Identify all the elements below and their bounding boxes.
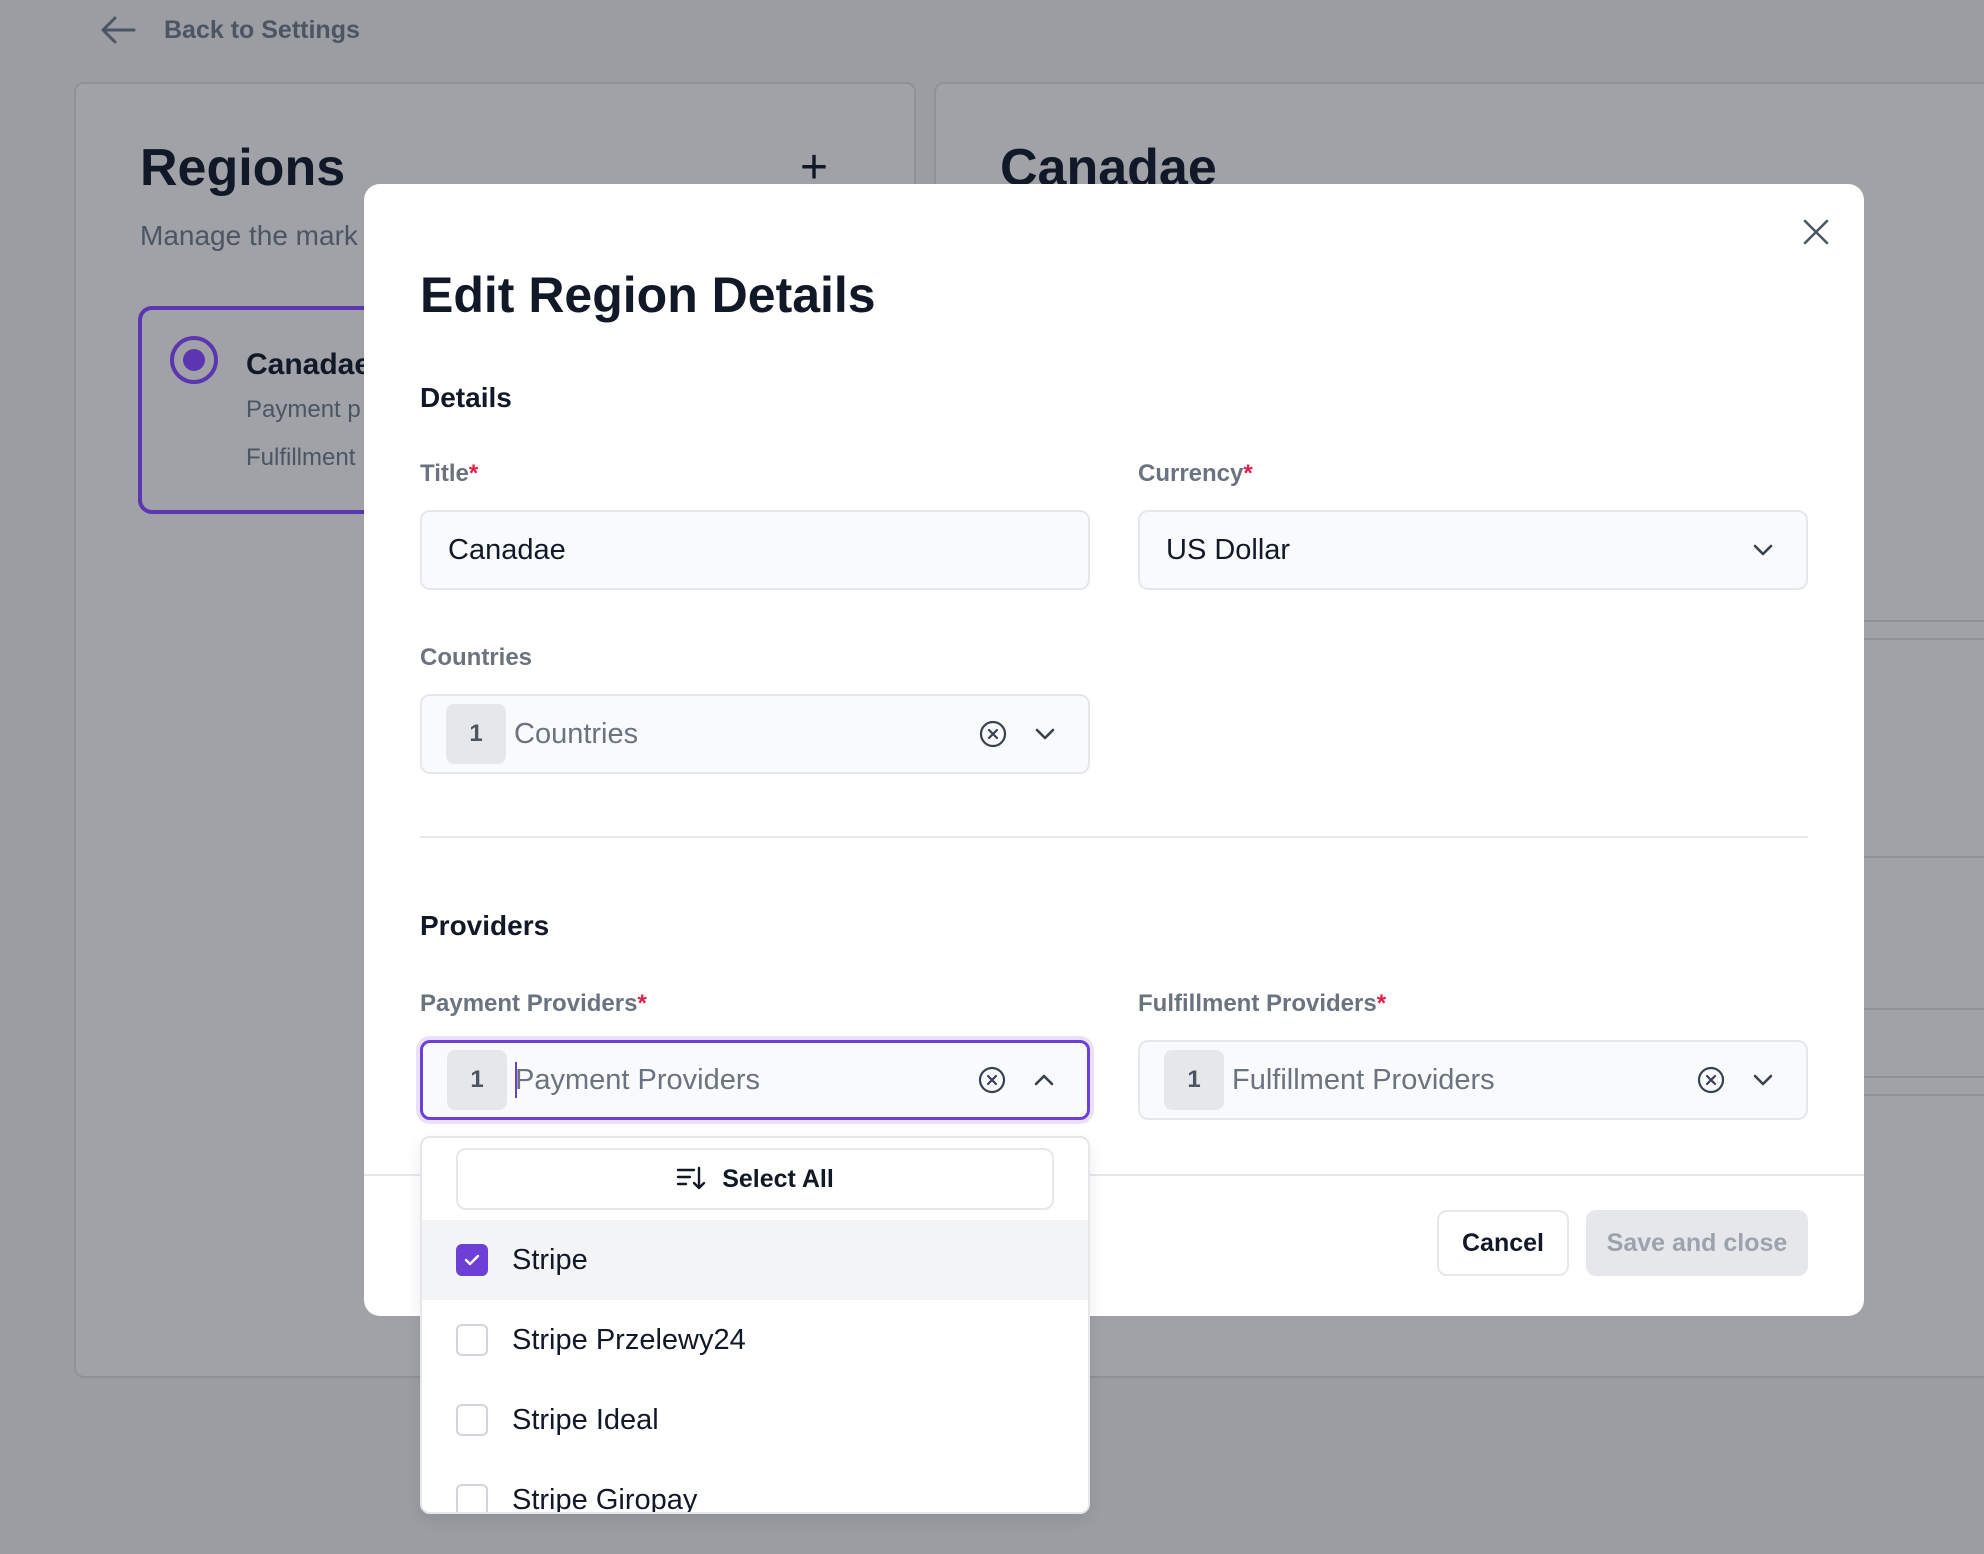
option-stripe-przelewy24[interactable]: Stripe Przelewy24: [422, 1300, 1088, 1380]
fulfillment-count-badge: 1: [1164, 1050, 1224, 1110]
checkbox[interactable]: [456, 1484, 488, 1512]
detail-divider: [1864, 1008, 1984, 1010]
chevron-down-icon: [1753, 544, 1773, 556]
regions-title: Regions: [140, 139, 346, 197]
chevron-down-icon[interactable]: [1750, 1067, 1776, 1093]
modal-title: Edit Region Details: [420, 267, 876, 323]
details-heading: Details: [420, 382, 512, 413]
region-item-name: Canadae: [246, 348, 372, 381]
detail-divider: [1864, 638, 1984, 640]
countries-count-badge: 1: [446, 704, 506, 764]
option-stripe-ideal[interactable]: Stripe Ideal: [422, 1380, 1088, 1460]
plus-icon[interactable]: +: [800, 144, 828, 192]
option-stripe[interactable]: Stripe: [422, 1220, 1088, 1300]
chevron-up-icon[interactable]: [1031, 1067, 1057, 1093]
payment-providers-dropdown: Select All Stripe Stripe Przelewy24 Stri…: [420, 1136, 1090, 1514]
option-label: Stripe: [512, 1243, 588, 1276]
arrow-left-icon: [101, 16, 136, 44]
select-all-label: Select All: [722, 1164, 834, 1193]
close-icon[interactable]: [1800, 216, 1832, 248]
currency-select[interactable]: US Dollar: [1138, 510, 1808, 590]
fulfillment-providers-label: Fulfillment Providers*: [1138, 990, 1387, 1017]
checkbox[interactable]: [456, 1324, 488, 1356]
clear-icon[interactable]: [977, 1065, 1007, 1095]
title-input-value: Canadae: [448, 533, 566, 566]
sort-list-icon: [676, 1166, 706, 1190]
payment-providers-label: Payment Providers*: [420, 990, 647, 1017]
section-divider: [420, 836, 1808, 838]
currency-select-value: US Dollar: [1166, 533, 1291, 566]
currency-label: Currency*: [1138, 460, 1253, 487]
select-all-button[interactable]: Select All: [456, 1148, 1054, 1210]
option-label: Stripe Przelewy24: [512, 1323, 746, 1356]
region-radio-dot: [183, 349, 205, 371]
payment-providers-placeholder: Payment Providers: [515, 1063, 760, 1096]
check-icon: [464, 1254, 480, 1266]
clear-icon[interactable]: [978, 719, 1008, 749]
providers-heading: Providers: [420, 910, 550, 941]
payment-count-badge: 1: [447, 1050, 507, 1110]
region-item-fulfillment: Fulfillment: [246, 444, 356, 471]
detail-divider: [1864, 1076, 1984, 1078]
title-label: Title*: [420, 460, 479, 487]
fulfillment-providers-placeholder: Fulfillment Providers: [1232, 1063, 1495, 1096]
back-link-label: Back to Settings: [164, 15, 360, 44]
checkbox[interactable]: [456, 1404, 488, 1436]
detail-divider: [1864, 856, 1984, 858]
detail-divider: [1864, 620, 1984, 622]
checkbox-checked[interactable]: [456, 1244, 488, 1276]
option-stripe-giropay[interactable]: Stripe Giropay: [422, 1460, 1088, 1514]
fulfillment-providers-select[interactable]: 1 Fulfillment Providers: [1138, 1040, 1808, 1120]
option-label: Stripe Ideal: [512, 1403, 659, 1436]
option-label: Stripe Giropay: [512, 1483, 698, 1514]
title-input[interactable]: Canadae: [420, 510, 1090, 590]
region-item-payment: Payment p: [246, 396, 361, 423]
countries-label: Countries: [420, 644, 533, 671]
countries-placeholder: Countries: [514, 717, 639, 750]
detail-divider: [1864, 1094, 1984, 1096]
regions-subtitle: Manage the mark: [140, 220, 358, 251]
back-link[interactable]: Back to Settings: [100, 10, 360, 50]
save-and-close-button[interactable]: Save and close: [1586, 1210, 1808, 1276]
payment-providers-select[interactable]: 1 Payment Providers: [420, 1040, 1090, 1120]
cancel-button[interactable]: Cancel: [1437, 1210, 1569, 1276]
countries-select[interactable]: 1 Countries: [420, 694, 1090, 774]
chevron-down-icon[interactable]: [1032, 721, 1058, 747]
clear-icon[interactable]: [1696, 1065, 1726, 1095]
